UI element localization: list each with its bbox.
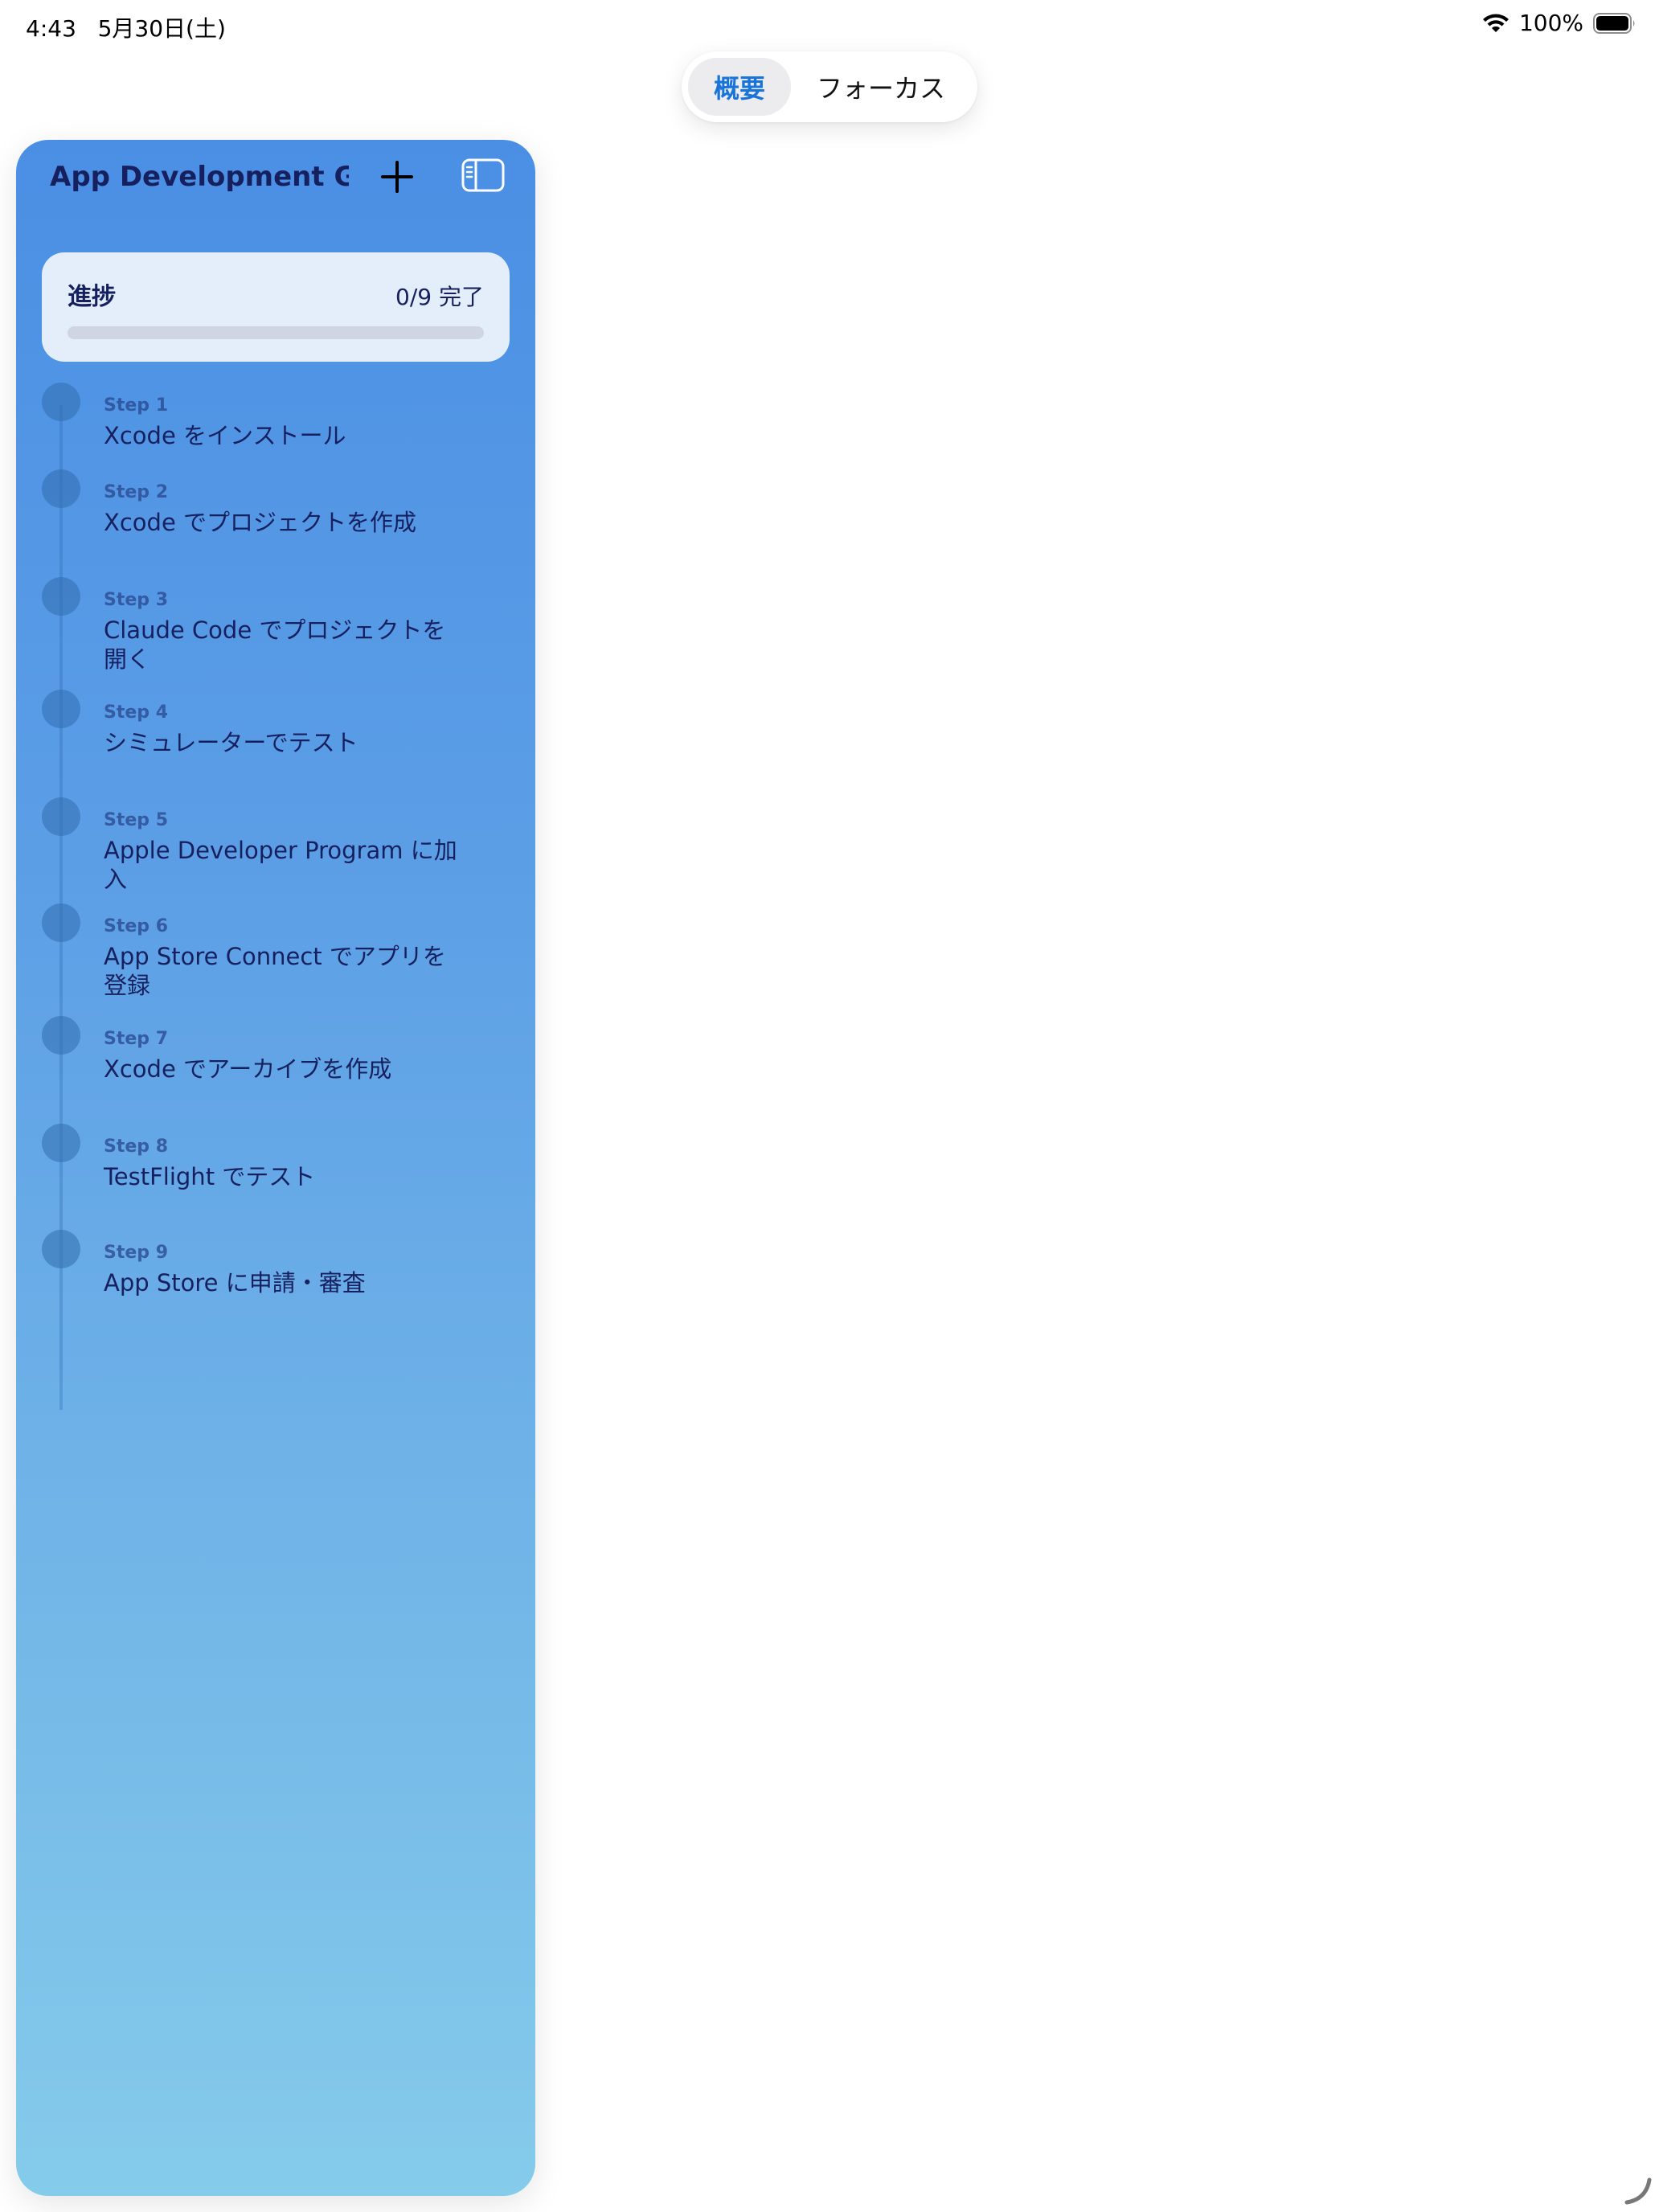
step-number: Step 5 [104,810,168,830]
sidebar-toggle-button[interactable] [460,156,506,198]
sidebar-panel: App Development G... 進捗 0/9 完了 [16,140,535,2196]
step-title: Claude Code でプロジェクトを開く [104,616,446,673]
step-number: Step 7 [104,1029,168,1049]
plus-icon [379,159,415,198]
progress-label: 進捗 [68,283,116,311]
step-number: Step 2 [104,482,168,502]
segment-focus[interactable]: フォーカス [797,58,965,116]
view-mode-segmented-control: 概要 フォーカス [682,51,977,122]
step-number: Step 6 [104,916,168,936]
progress-count: 0/9 完了 [395,284,484,310]
step-status-dot [42,577,80,616]
step-number: Step 9 [104,1243,168,1263]
step-title: Xcode でプロジェクトを作成 [104,509,417,536]
add-button[interactable] [373,154,421,203]
step-status-dot [42,690,80,728]
battery-percent: 100% [1518,10,1583,36]
step-status-dot [42,797,80,836]
step-status-dot [42,1124,80,1162]
status-time: 4:43 [26,15,76,42]
step-status-dot [42,469,80,508]
sidebar-toggle-icon [461,158,505,195]
step-title: TestFlight でテスト [104,1163,316,1190]
status-date: 5月30日(土) [97,15,226,42]
segment-overview[interactable]: 概要 [688,58,791,116]
step-number: Step 4 [104,703,168,723]
progress-bar [68,326,484,339]
step-title: App Store Connect でアプリを登録 [104,943,446,999]
step-status-dot [42,903,80,942]
step-title: Xcode をインストール [104,422,346,449]
step-status-dot [42,1230,80,1268]
step-title: App Store に申請・審査 [104,1269,366,1296]
step-number: Step 1 [104,395,168,416]
step-title: Apple Developer Program に加入 [104,837,457,893]
step-number: Step 8 [104,1137,168,1157]
step-number: Step 3 [104,590,168,610]
progress-card: 進捗 0/9 完了 [42,252,510,362]
status-bar: 4:43 5月30日(土) 100% [0,0,1659,51]
wifi-icon [1482,13,1509,34]
step-title: シミュレーターでテスト [104,729,358,756]
status-time-date: 4:43 5月30日(土) [26,11,226,43]
battery-full-icon [1593,12,1636,34]
step-title: Xcode でアーカイブを作成 [104,1055,392,1083]
step-status-dot [42,1016,80,1055]
sidebar-title: App Development G... [50,161,349,193]
step-status-dot [42,383,80,421]
window-resize-handle[interactable] [1622,2175,1654,2207]
status-indicators: 100% [1482,10,1636,36]
